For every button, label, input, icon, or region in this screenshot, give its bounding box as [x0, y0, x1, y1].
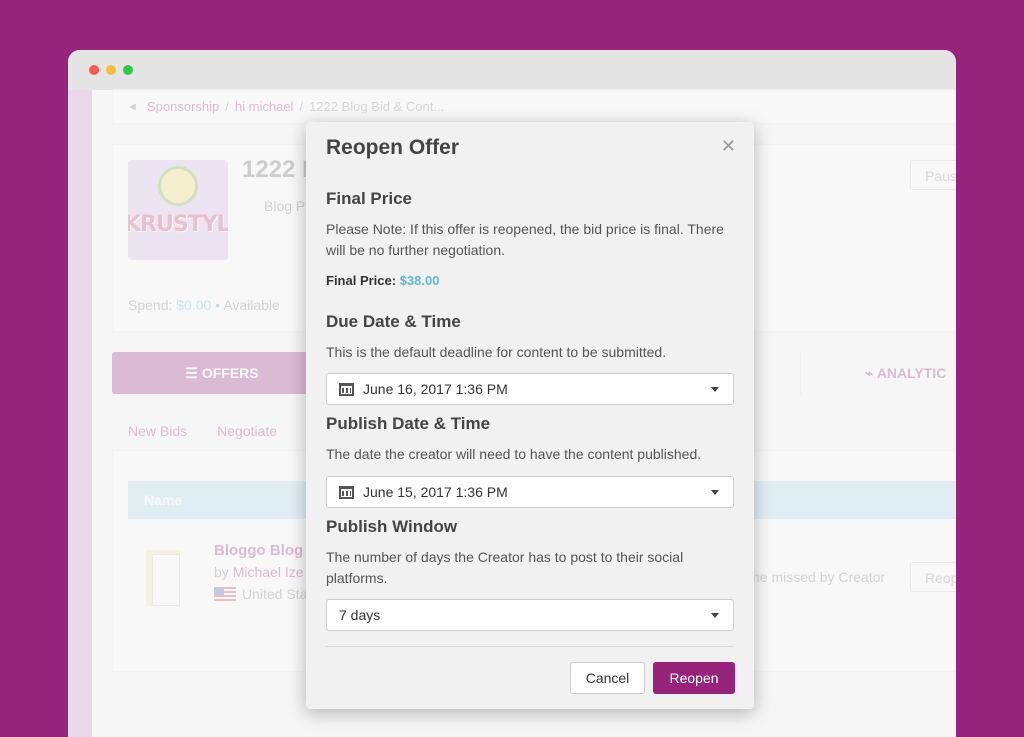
breadcrumb-current: 1222 Blog Bid & Cont... [309, 99, 445, 114]
reopen-offer-modal: Reopen Offer ✕ Final Price Please Note: … [306, 122, 754, 709]
clown-face-image [158, 166, 198, 206]
due-date-heading: Due Date & Time [326, 312, 461, 331]
publish-window-description: The number of days the Creator has to po… [326, 549, 684, 586]
modal-footer-divider [326, 646, 734, 647]
due-date-picker[interactable]: June 16, 2017 1:36 PM [326, 373, 734, 405]
breadcrumb: ◄ Sponsorship / hi michael / 1222 Blog B… [127, 99, 445, 114]
chart-icon: ⌁ [865, 365, 877, 381]
close-icon[interactable]: ✕ [721, 136, 736, 157]
publish-window-select[interactable]: 7 days [326, 599, 734, 631]
minimize-window-button[interactable] [106, 65, 116, 75]
offer-row-reopen-button[interactable]: Reop [910, 562, 956, 592]
tab-analytics[interactable]: ⌁ ANALYTIC [800, 352, 956, 394]
list-icon: ☰ [185, 365, 202, 381]
publish-date-heading: Publish Date & Time [326, 414, 491, 433]
offer-row-location: United Sta [214, 586, 307, 602]
column-name: Name [144, 492, 183, 508]
breadcrumb-user[interactable]: hi michael [235, 99, 294, 114]
subtab-new-bids[interactable]: New Bids [128, 423, 187, 439]
document-thumbnail [146, 550, 180, 606]
breadcrumb-panel: ◄ Sponsorship / hi michael / 1222 Blog B… [112, 88, 956, 124]
left-sidebar-strip [68, 90, 92, 737]
logo-text: KRUSTYLAN [128, 212, 228, 237]
offer-row-title[interactable]: Bloggo Blog [214, 542, 303, 559]
subtab-negotiate[interactable]: Negotiate [217, 423, 277, 439]
reopen-button[interactable]: Reopen [653, 662, 735, 694]
publish-date-value: June 15, 2017 1:36 PM [363, 484, 508, 500]
chevron-down-icon [711, 387, 719, 392]
maximize-window-button[interactable] [123, 65, 133, 75]
tab-offers[interactable]: ☰ OFFERS [112, 352, 332, 394]
publish-window-heading: Publish Window [326, 517, 458, 536]
publish-window-value: 7 days [339, 607, 381, 623]
final-price-heading: Final Price [326, 189, 412, 208]
final-price-value: $38.00 [399, 273, 440, 288]
cancel-button[interactable]: Cancel [570, 662, 645, 694]
calendar-icon [339, 485, 354, 499]
megaphone-icon: ◄ [127, 100, 138, 113]
final-price-label: Final Price: [326, 273, 397, 288]
due-date-value: June 16, 2017 1:36 PM [363, 381, 508, 397]
window-titlebar [68, 50, 956, 90]
publish-date-description: The date the creator will need to have t… [326, 446, 702, 462]
spend-summary: Spend: $0.00 • Available [128, 297, 280, 313]
publish-date-picker[interactable]: June 15, 2017 1:36 PM [326, 476, 734, 508]
offer-row-status: ne missed by Creator [752, 569, 886, 585]
calendar-icon [339, 382, 354, 396]
pause-button[interactable]: Paus [910, 160, 956, 190]
campaign-subtitle: Blog P [264, 198, 306, 214]
final-price-line: Final Price: $38.00 [326, 273, 439, 288]
due-date-description: This is the default deadline for content… [326, 344, 667, 360]
offer-subtabs: New Bids Negotiate [128, 423, 277, 439]
chevron-down-icon [711, 613, 719, 618]
us-flag-icon [214, 586, 236, 602]
chevron-down-icon [711, 490, 719, 495]
spend-value: $0.00 [176, 297, 212, 313]
modal-title: Reopen Offer [326, 136, 460, 159]
final-price-note: Please Note: If this offer is reopened, … [326, 221, 724, 258]
close-window-button[interactable] [89, 65, 99, 75]
campaign-logo: KRUSTYLAN [128, 160, 228, 260]
breadcrumb-sponsorship[interactable]: Sponsorship [147, 99, 219, 114]
offer-row-author: by Michael Ize [214, 564, 304, 580]
